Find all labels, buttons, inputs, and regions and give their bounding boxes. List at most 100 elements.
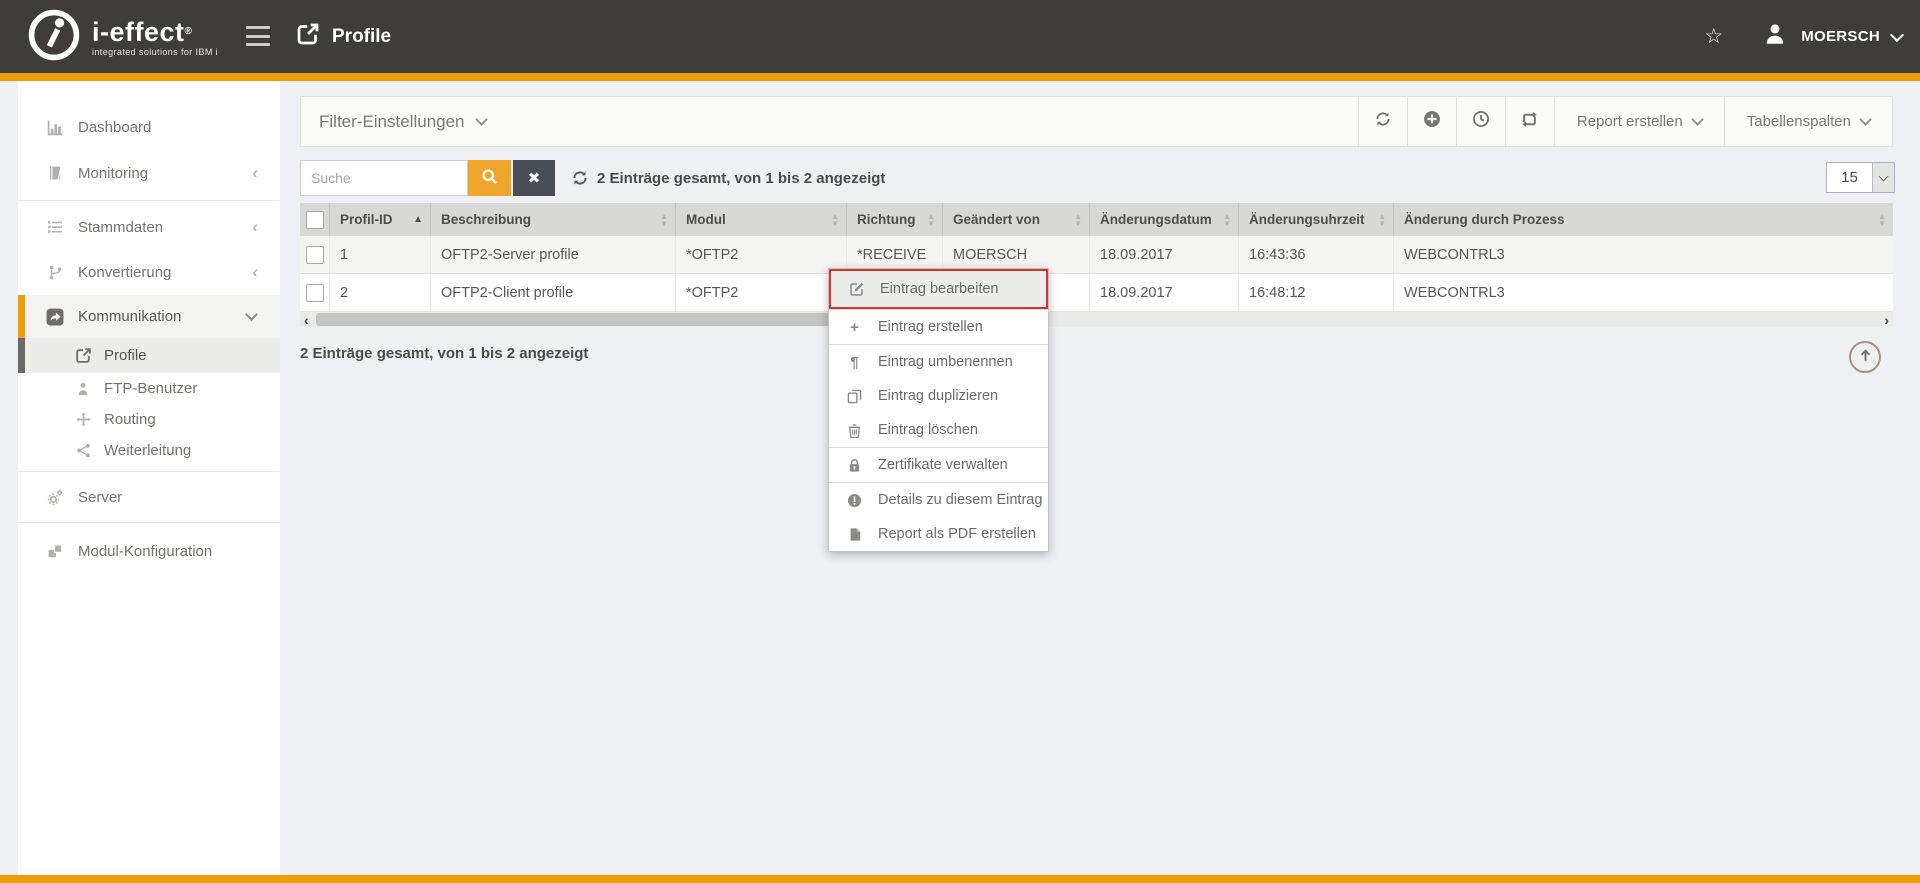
refresh-results-icon[interactable] <box>571 169 589 192</box>
page-title: Profile <box>332 26 391 48</box>
filter-settings-toggle[interactable]: Filter-Einstellungen <box>301 97 1358 146</box>
row-checkbox[interactable] <box>306 246 324 264</box>
user-name[interactable]: MOERSCH <box>1801 28 1880 45</box>
column-header-aenderungsuhrzeit[interactable]: Änderungsuhrzeit▲▼ <box>1239 203 1394 236</box>
cell-profil-id: 1 <box>330 236 431 273</box>
report-erstellen-button[interactable]: Report erstellen <box>1554 97 1724 146</box>
accent-bar-bottom <box>0 875 1920 883</box>
sidebar-item-label: Profile <box>104 347 147 364</box>
context-menu-item-label: Report als PDF erstellen <box>878 526 1036 542</box>
person-icon <box>74 382 92 396</box>
share-icon <box>74 443 92 458</box>
journal-icon <box>46 165 64 181</box>
user-chevron-down-icon[interactable] <box>1890 27 1904 41</box>
sidebar: Dashboard Monitoring ‹ Stammdaten ‹ Konv… <box>18 81 280 875</box>
refresh-button[interactable] <box>1358 97 1407 146</box>
report-button-label: Report erstellen <box>1577 113 1683 130</box>
scroll-left-icon[interactable]: ‹ <box>304 312 309 327</box>
context-menu-item-label: Eintrag bearbeiten <box>880 281 999 297</box>
table-row[interactable]: 1 OFTP2-Server profile *OFTP2 *RECEIVE M… <box>300 236 1893 274</box>
sidebar-item-weiterleitung[interactable]: Weiterleitung <box>18 435 280 466</box>
logo-swoosh-icon <box>26 7 82 68</box>
context-menu-item-eintrag-erstellen[interactable]: + Eintrag erstellen <box>829 310 1048 344</box>
user-icon[interactable] <box>1763 22 1787 51</box>
sidebar-item-label: Modul-Konfiguration <box>78 543 212 560</box>
context-menu-item-zertifikate-verwalten[interactable]: Zertifikate verwalten <box>829 448 1048 482</box>
i-effect-logo[interactable]: i-effect® integrated solutions for IBM i <box>26 7 218 68</box>
select-all-checkbox[interactable] <box>306 211 324 229</box>
chevron-left-icon: ‹ <box>252 168 258 178</box>
file-icon <box>846 527 863 542</box>
search-input[interactable] <box>300 160 468 196</box>
column-header-aenderungsdatum[interactable]: Änderungsdatum▲▼ <box>1090 203 1239 236</box>
column-header-modul[interactable]: Modul▲▼ <box>676 203 847 236</box>
column-header-profil-id[interactable]: Profil-ID▲ <box>330 203 431 236</box>
sidebar-item-monitoring[interactable]: Monitoring ‹ <box>18 155 280 191</box>
history-icon <box>1472 110 1490 133</box>
sidebar-item-kommunikation[interactable]: Kommunikation <box>18 295 280 338</box>
sidebar-item-label: Kommunikation <box>78 308 181 325</box>
cell-beschreibung: OFTP2-Server profile <box>431 236 676 273</box>
logo-tagline: integrated solutions for IBM i <box>92 47 218 57</box>
sort-icon: ▲▼ <box>1223 213 1231 227</box>
sort-icon: ▲▼ <box>831 213 839 227</box>
sidebar-divider <box>18 200 280 201</box>
sidebar-item-modul-konfiguration[interactable]: Modul-Konfiguration <box>18 533 280 569</box>
arrow-up-icon <box>1858 348 1873 366</box>
tabellenspalten-button[interactable]: Tabellenspalten <box>1724 97 1892 146</box>
move-icon <box>74 412 92 427</box>
plus-icon: + <box>846 319 863 336</box>
context-menu-item-label: Eintrag umbenennen <box>878 354 1013 370</box>
sidebar-item-server[interactable]: Server <box>18 479 280 515</box>
cell-modul: *OFTP2 <box>676 274 847 311</box>
column-header-richtung[interactable]: Richtung▲▼ <box>847 203 943 236</box>
add-entry-button[interactable] <box>1407 97 1456 146</box>
context-menu-item-eintrag-duplizieren[interactable]: Eintrag duplizieren <box>829 379 1048 413</box>
sort-asc-icon: ▲ <box>413 215 423 225</box>
bar-chart-icon <box>46 119 64 136</box>
context-menu-item-eintrag-loeschen[interactable]: Eintrag löschen <box>829 413 1048 447</box>
table-row[interactable]: 2 OFTP2-Client profile *OFTP2 18.09.2017… <box>300 274 1893 312</box>
chevron-down-icon <box>245 308 258 321</box>
highlighted-menu-item-frame: Eintrag bearbeiten <box>829 269 1048 309</box>
history-button[interactable] <box>1456 97 1505 146</box>
row-checkbox[interactable] <box>306 284 324 302</box>
lock-icon <box>846 458 863 473</box>
transfer-button[interactable] <box>1505 97 1554 146</box>
clear-search-button[interactable]: ✖ <box>513 160 555 196</box>
sidebar-item-konvertierung[interactable]: Konvertierung ‹ <box>18 254 280 290</box>
cell-beschreibung: OFTP2-Client profile <box>431 274 676 311</box>
scroll-right-icon[interactable]: › <box>1884 312 1889 327</box>
table-header-row: Profil-ID▲ Beschreibung▲▼ Modul▲▼ Richtu… <box>300 203 1893 236</box>
sidebar-item-profile[interactable]: Profile <box>18 338 280 373</box>
sidebar-item-routing[interactable]: Routing <box>18 404 280 435</box>
cell-aenderungsuhrzeit: 16:48:12 <box>1239 274 1394 311</box>
context-menu-item-eintrag-umbenennen[interactable]: ¶ Eintrag umbenennen <box>829 345 1048 379</box>
column-header-geaendert-von[interactable]: Geändert von▲▼ <box>943 203 1090 236</box>
sort-icon: ▲▼ <box>1074 213 1082 227</box>
duplicate-icon <box>846 389 863 404</box>
context-menu-item-details-zu-diesem-eintrag[interactable]: Details zu diesem Eintrag <box>829 483 1048 517</box>
pilcrow-icon: ¶ <box>846 354 863 371</box>
chevron-left-icon: ‹ <box>252 267 258 277</box>
column-header-aenderung-durch-prozess[interactable]: Änderung durch Prozess▲▼ <box>1394 203 1893 236</box>
sidebar-item-stammdaten[interactable]: Stammdaten ‹ <box>18 209 280 245</box>
cell-aenderung-durch-prozess: WEBCONTRL3 <box>1394 274 1893 311</box>
context-menu-item-eintrag-bearbeiten[interactable]: Eintrag bearbeiten <box>831 271 1046 307</box>
menu-icon[interactable] <box>246 26 270 46</box>
page-size-select[interactable]: 15 <box>1826 162 1895 193</box>
sidebar-item-label: Monitoring <box>78 165 148 182</box>
sidebar-divider <box>18 522 280 523</box>
context-menu-item-report-als-pdf-erstellen[interactable]: Report als PDF erstellen <box>829 517 1048 551</box>
column-header-beschreibung[interactable]: Beschreibung▲▼ <box>431 203 676 236</box>
top-header: i-effect® integrated solutions for IBM i… <box>0 0 1920 73</box>
cell-modul: *OFTP2 <box>676 236 847 273</box>
search-button[interactable] <box>468 160 511 196</box>
scroll-to-top-button[interactable] <box>1849 341 1881 373</box>
sort-icon: ▲▼ <box>927 213 935 227</box>
star-icon[interactable]: ☆ <box>1704 24 1723 49</box>
modules-icon <box>46 543 64 560</box>
sidebar-item-dashboard[interactable]: Dashboard <box>18 109 280 145</box>
sidebar-item-ftp-benutzer[interactable]: FTP-Benutzer <box>18 373 280 404</box>
horizontal-scrollbar[interactable]: ‹ › <box>300 312 1893 327</box>
